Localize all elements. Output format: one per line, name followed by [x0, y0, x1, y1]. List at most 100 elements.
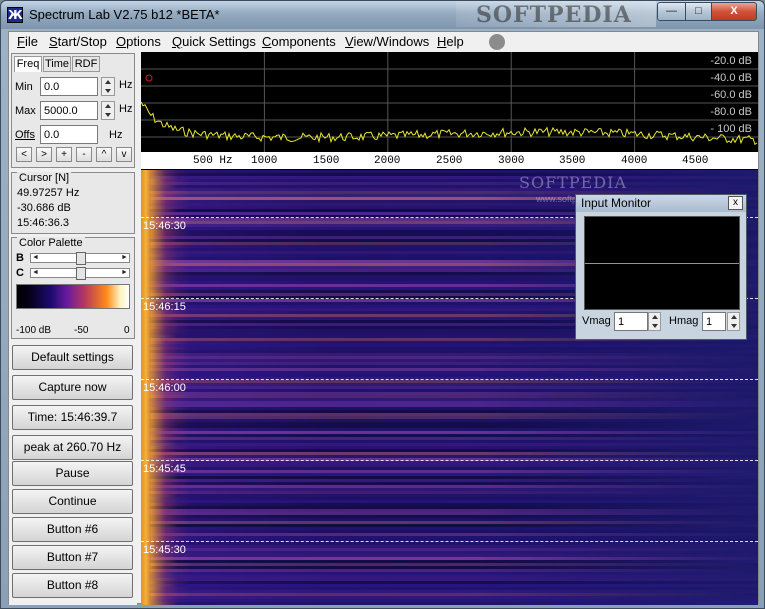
offs-label: Offs	[15, 129, 35, 141]
menu-components[interactable]: Components	[262, 34, 336, 49]
menu-file[interactable]: File	[17, 34, 38, 49]
max-unit-label: Hz	[119, 103, 133, 115]
freq-tick-4000: 4000	[621, 155, 648, 167]
time-label-2: 15:46:15	[143, 301, 186, 313]
oscilloscope-trace	[585, 263, 739, 264]
peak-button[interactable]: peak at 260.70 Hz	[12, 435, 133, 460]
tab-freq[interactable]: Freq	[14, 56, 42, 72]
palette-group-title: Color Palette	[17, 237, 85, 249]
brightness-slider-thumb[interactable]	[76, 252, 86, 265]
input-monitor-close-button[interactable]: x	[728, 196, 743, 210]
contrast-slider-thumb[interactable]	[76, 267, 86, 280]
freq-tick-500: 500 Hz	[193, 155, 233, 167]
hmag-spinner[interactable]	[727, 312, 740, 331]
frequency-axis: 500 Hz 1000 1500 2000 2500 3000 3500 400…	[141, 152, 758, 170]
app-logo-icon[interactable]: Ж	[7, 7, 23, 23]
min-frequency-field[interactable]	[40, 77, 98, 96]
shift-right-button[interactable]: >	[36, 147, 52, 162]
min-spinner[interactable]	[101, 77, 115, 96]
palette-max-label: 0	[124, 325, 130, 336]
max-frequency-field[interactable]	[40, 101, 98, 120]
title-bar[interactable]: Ж Spectrum Lab V2.75 b12 *BETA* SOFTPEDI…	[1, 1, 764, 29]
hmag-field[interactable]	[702, 312, 726, 331]
pause-button[interactable]: Pause	[12, 461, 133, 486]
cursor-marker-icon	[145, 74, 153, 82]
vmag-spinner[interactable]	[648, 312, 661, 331]
button-7[interactable]: Button #7	[12, 545, 133, 570]
min-label: Min	[15, 81, 33, 93]
vmag-label: Vmag	[582, 315, 611, 327]
spectrum-display[interactable]: -20.0 dB -40.0 dB -60.0 dB -80.0 dB - 10…	[140, 52, 758, 152]
freq-tick-4500: 4500	[682, 155, 709, 167]
freq-tick-1500: 1500	[313, 155, 340, 167]
app-window: Ж Spectrum Lab V2.75 b12 *BETA* SOFTPEDI…	[0, 0, 765, 609]
time-label-3: 15:46:00	[143, 382, 186, 394]
contrast-left-arrow-icon[interactable]: ◄	[31, 269, 40, 277]
db-label-80: -80.0 dB	[710, 106, 752, 118]
brightness-right-arrow-icon[interactable]: ►	[120, 254, 129, 262]
capture-now-button[interactable]: Capture now	[12, 375, 133, 400]
contrast-label: C	[16, 267, 24, 279]
button-8[interactable]: Button #8	[12, 573, 133, 598]
brightness-left-arrow-icon[interactable]: ◄	[31, 254, 40, 262]
scroll-up-button[interactable]: ^	[96, 147, 112, 162]
db-label-60: -60.0 dB	[710, 89, 752, 101]
continue-button[interactable]: Continue	[12, 489, 133, 514]
freq-tick-2000: 2000	[374, 155, 401, 167]
db-label-20: -20.0 dB	[710, 55, 752, 67]
frequency-range-group: Freq Time RDF Min Hz Max Hz Offs Hz < > …	[11, 53, 135, 168]
minimize-button[interactable]: —	[657, 2, 686, 21]
max-spinner[interactable]	[101, 101, 115, 120]
time-button[interactable]: Time: 15:46:39.7	[12, 405, 133, 430]
menu-help[interactable]: Help	[437, 34, 464, 49]
offs-unit-label: Hz	[109, 129, 123, 141]
menu-quick-settings[interactable]: Quick Settings	[172, 34, 256, 49]
softpedia-watermark: SOFTPEDIA	[456, 1, 656, 28]
offset-field[interactable]	[40, 125, 98, 144]
maximize-button[interactable]: □	[685, 2, 712, 21]
cursor-group-title: Cursor [N]	[17, 172, 72, 184]
palette-min-label: -100 dB	[16, 325, 52, 336]
contrast-slider[interactable]: ◄ ►	[30, 267, 130, 280]
menu-bar: File Start/Stop Options Quick Settings C…	[9, 32, 758, 52]
db-label-40: -40.0 dB	[710, 72, 752, 84]
time-marker-line	[141, 541, 758, 542]
contrast-right-arrow-icon[interactable]: ►	[120, 269, 129, 277]
cursor-time: 15:46:36.3	[17, 217, 69, 229]
button-6[interactable]: Button #6	[12, 517, 133, 542]
zoom-out-button[interactable]: -	[76, 147, 92, 162]
input-monitor-title[interactable]: Input Monitor	[576, 195, 746, 212]
palette-gradient[interactable]	[16, 284, 130, 309]
freq-tick-3000: 3000	[498, 155, 525, 167]
spectrum-graph	[140, 52, 758, 152]
menu-options[interactable]: Options	[116, 34, 161, 49]
tab-rdf[interactable]: RDF	[72, 56, 100, 72]
oscilloscope-screen	[584, 216, 740, 310]
freq-tick-2500: 2500	[436, 155, 463, 167]
time-marker-line	[141, 460, 758, 461]
waterfall-band	[141, 602, 758, 605]
default-settings-button[interactable]: Default settings	[12, 345, 133, 370]
color-palette-group: Color Palette B ◄ ► C ◄ ► -100 dB -50 0	[11, 237, 135, 339]
scroll-down-button[interactable]: v	[116, 147, 132, 162]
waterfall-watermark: SOFTPEDIA	[519, 173, 627, 192]
window-title: Spectrum Lab V2.75 b12 *BETA*	[29, 7, 220, 22]
menu-start-stop[interactable]: Start/Stop	[49, 34, 107, 49]
cursor-level: -30.686 dB	[17, 202, 71, 214]
freq-tick-3500: 3500	[559, 155, 586, 167]
menu-view-windows[interactable]: View/Windows	[345, 34, 429, 49]
brightness-slider[interactable]: ◄ ►	[30, 252, 130, 265]
close-button[interactable]: X	[711, 2, 757, 21]
min-unit-label: Hz	[119, 79, 133, 91]
status-indicator-icon	[489, 34, 505, 50]
vmag-field[interactable]	[614, 312, 648, 331]
cursor-frequency: 49.97257 Hz	[17, 187, 80, 199]
tab-time[interactable]: Time	[43, 56, 71, 72]
shift-left-button[interactable]: <	[16, 147, 32, 162]
freq-tick-1000: 1000	[251, 155, 278, 167]
input-monitor-window[interactable]: Input Monitor x Vmag Hmag	[575, 194, 747, 340]
time-marker-line	[141, 379, 758, 380]
time-label-4: 15:45:45	[143, 463, 186, 475]
db-label-100: - 100 dB	[710, 123, 752, 135]
zoom-in-button[interactable]: +	[56, 147, 72, 162]
